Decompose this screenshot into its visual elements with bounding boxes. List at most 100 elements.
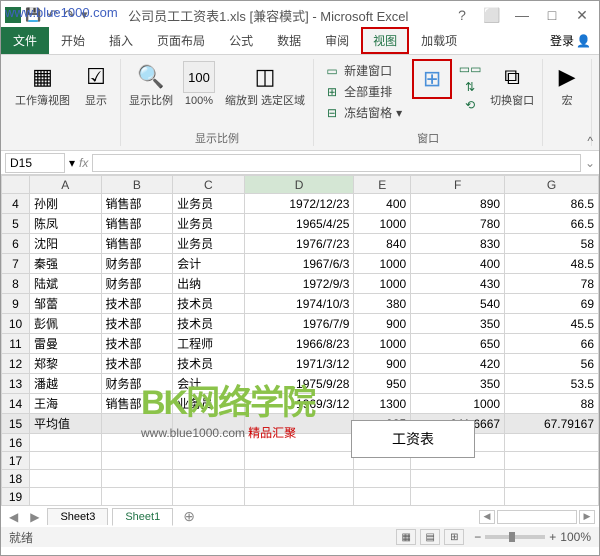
cell[interactable]: 1966/8/23 [244, 334, 354, 354]
tab-addins[interactable]: 加载项 [409, 27, 469, 54]
tab-data[interactable]: 数据 [265, 27, 313, 54]
cell[interactable]: 1974/10/3 [244, 294, 354, 314]
zoom-in-button[interactable]: + [549, 530, 556, 544]
cell[interactable]: 1972/9/3 [244, 274, 354, 294]
cell[interactable]: 400 [411, 254, 505, 274]
zoom-slider[interactable] [485, 535, 545, 539]
switch-window-button[interactable]: ⧉切换窗口 [488, 59, 536, 110]
cell[interactable]: 销售部 [101, 214, 173, 234]
tab-insert[interactable]: 插入 [97, 27, 145, 54]
cell[interactable]: 陈凤 [30, 214, 102, 234]
expand-formula-icon[interactable]: ⌄ [585, 156, 595, 170]
cell[interactable]: 1300 [354, 394, 411, 414]
cell[interactable]: 1976/7/9 [244, 314, 354, 334]
zoom-level[interactable]: 100% [560, 530, 591, 544]
row-header[interactable]: 18 [2, 470, 30, 488]
cell[interactable]: 业务员 [173, 214, 245, 234]
cell[interactable]: 沈阳 [30, 234, 102, 254]
cell[interactable]: 技术员 [173, 354, 245, 374]
cell[interactable] [101, 470, 173, 488]
minimize-button[interactable]: — [509, 5, 535, 25]
sheet-tab[interactable]: Sheet1 [112, 508, 173, 526]
cell[interactable]: 技术部 [101, 294, 173, 314]
scroll-left-icon[interactable]: ◀ [479, 510, 495, 524]
sheet-nav-next-icon[interactable]: ▶ [26, 510, 43, 524]
cell[interactable]: 销售部 [101, 234, 173, 254]
cell[interactable] [354, 470, 411, 488]
cell[interactable]: 雷曼 [30, 334, 102, 354]
workbook-views-button[interactable]: ▦工作簿视图 [13, 59, 72, 110]
help-button[interactable]: ? [449, 5, 475, 25]
cell[interactable] [173, 488, 245, 506]
macros-button[interactable]: ▶宏 [549, 59, 585, 110]
cell[interactable]: 技术部 [101, 334, 173, 354]
cell[interactable]: 67.79167 [505, 414, 599, 434]
cell[interactable]: 出纳 [173, 274, 245, 294]
cell[interactable] [173, 434, 245, 452]
cell[interactable] [505, 434, 599, 452]
zoom-100-button[interactable]: 100100% [181, 59, 217, 110]
cell[interactable]: 业务员 [173, 194, 245, 214]
cell[interactable]: 56 [505, 354, 599, 374]
cell[interactable] [101, 434, 173, 452]
cell[interactable] [101, 452, 173, 470]
cell[interactable]: 1972/12/23 [244, 194, 354, 214]
cell[interactable]: 66 [505, 334, 599, 354]
cell[interactable]: 技术部 [101, 354, 173, 374]
cell[interactable]: 400 [354, 194, 411, 214]
cell[interactable]: 郑黎 [30, 354, 102, 374]
cell[interactable]: 1967/6/3 [244, 254, 354, 274]
row-header[interactable]: 13 [2, 374, 30, 394]
cell[interactable]: 53.5 [505, 374, 599, 394]
cell[interactable]: 1000 [354, 254, 411, 274]
cell[interactable]: 430 [411, 274, 505, 294]
zoom-button[interactable]: 🔍显示比例 [127, 59, 175, 110]
tab-review[interactable]: 审阅 [313, 27, 361, 54]
row-header[interactable]: 14 [2, 394, 30, 414]
fx-icon[interactable]: fx [79, 156, 88, 170]
cell[interactable]: 1000 [354, 334, 411, 354]
reset-pos-button[interactable]: ⟲ [460, 97, 480, 113]
scroll-track[interactable] [497, 510, 577, 524]
column-header[interactable]: D [244, 176, 354, 194]
cell[interactable]: 潘越 [30, 374, 102, 394]
cell[interactable]: 业务员 [173, 394, 245, 414]
cell[interactable]: 业务员 [173, 234, 245, 254]
cell[interactable] [505, 452, 599, 470]
login-link[interactable]: 登录👤 [542, 27, 599, 54]
name-box[interactable]: D15 [5, 153, 65, 173]
cell[interactable]: 会计 [173, 374, 245, 394]
cell[interactable]: 69 [505, 294, 599, 314]
formula-input[interactable] [92, 154, 581, 172]
cell[interactable]: 彭佩 [30, 314, 102, 334]
tab-formulas[interactable]: 公式 [217, 27, 265, 54]
cell[interactable] [101, 488, 173, 506]
cell[interactable]: 陆斌 [30, 274, 102, 294]
row-header[interactable]: 9 [2, 294, 30, 314]
sync-scroll-button[interactable]: ⇅ [460, 79, 480, 95]
cell[interactable]: 900 [354, 314, 411, 334]
cell[interactable] [244, 488, 354, 506]
tab-home[interactable]: 开始 [49, 27, 97, 54]
cell[interactable]: 1969/3/12 [244, 394, 354, 414]
cell[interactable] [173, 414, 245, 434]
cell[interactable]: 88 [505, 394, 599, 414]
ribbon-display-button[interactable]: ⬜ [479, 5, 505, 25]
cell[interactable]: 840 [354, 234, 411, 254]
cell[interactable]: 财务部 [101, 274, 173, 294]
cell[interactable]: 540 [411, 294, 505, 314]
cell[interactable] [173, 452, 245, 470]
cell[interactable]: 58 [505, 234, 599, 254]
cell[interactable]: 830 [411, 234, 505, 254]
cell[interactable]: 销售部 [101, 394, 173, 414]
column-header[interactable]: B [101, 176, 173, 194]
select-all-corner[interactable] [2, 176, 30, 194]
tab-page-layout[interactable]: 页面布局 [145, 27, 217, 54]
row-header[interactable]: 10 [2, 314, 30, 334]
cell[interactable] [30, 434, 102, 452]
zoom-out-button[interactable]: − [474, 530, 481, 544]
cell[interactable]: 技术员 [173, 294, 245, 314]
page-break-view-icon[interactable]: ⊞ [444, 529, 464, 545]
cell[interactable]: 350 [411, 314, 505, 334]
cell[interactable]: 780 [411, 214, 505, 234]
